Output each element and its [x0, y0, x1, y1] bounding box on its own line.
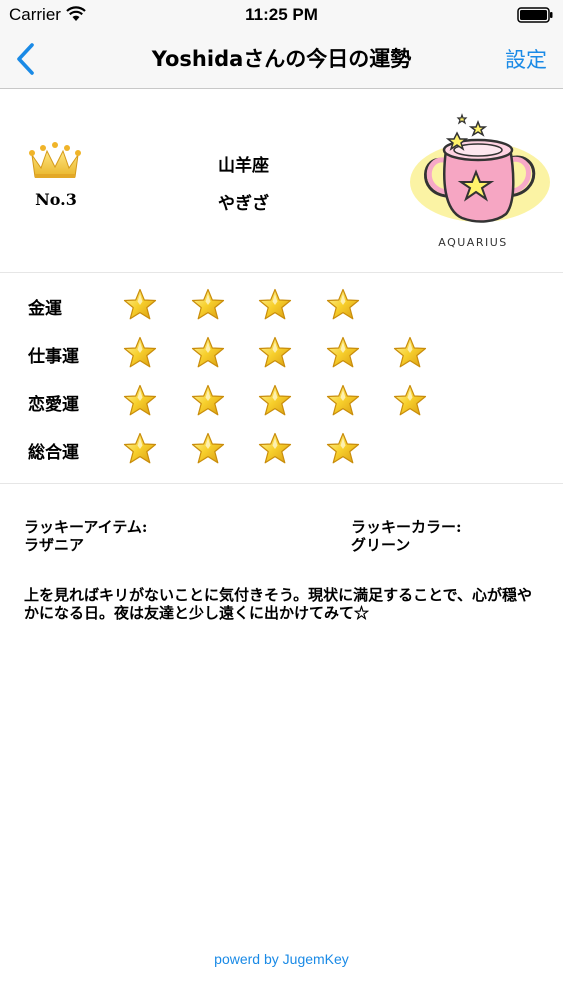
fortune-row-love: 恋愛運	[0, 382, 563, 422]
star-icon	[123, 432, 157, 464]
fortune-label: 金運	[28, 299, 62, 319]
crown-icon	[29, 142, 81, 178]
star-icon	[123, 288, 157, 320]
fortune-row-work: 仕事運	[0, 334, 563, 374]
star-icon	[258, 288, 292, 320]
lucky-color-value: グリーン	[351, 536, 411, 554]
star-icon	[258, 384, 292, 416]
settings-button[interactable]: 設定	[505, 44, 547, 74]
star-icon	[326, 288, 359, 320]
star-icon	[393, 336, 427, 368]
star-icon	[123, 384, 157, 416]
star-icon	[191, 384, 224, 416]
status-bar: Carrier 11:25 PM	[0, 0, 563, 30]
fortune-message: 上を見ればキリがないことに気付きそう。現状に満足することで、心が穏やかになる日。…	[24, 586, 533, 622]
star-icon	[191, 432, 224, 464]
fortune-label: 総合運	[28, 443, 79, 463]
clock-label: 11:25 PM	[245, 5, 318, 24]
illustration-caption: AQUARIUS	[438, 236, 508, 249]
navigation-bar: Yoshidaさんの今日の運勢 設定	[0, 30, 563, 89]
rank-label: No.3	[35, 190, 77, 209]
zodiac-sign-reading: やぎざ	[218, 194, 269, 214]
section-divider	[0, 483, 563, 484]
star-icon	[393, 384, 427, 416]
star-icon	[258, 336, 292, 368]
section-divider	[0, 272, 563, 273]
aquarius-jug-illustration	[410, 113, 550, 223]
fortune-row-overall: 総合運	[0, 430, 563, 470]
battery-icon	[517, 7, 553, 23]
lucky-item-value: ラザニア	[24, 536, 85, 554]
back-chevron-icon[interactable]	[14, 42, 38, 76]
star-icon	[326, 336, 359, 368]
star-icon	[191, 288, 224, 320]
fortune-label: 恋愛運	[28, 395, 79, 415]
star-icon	[326, 384, 359, 416]
star-icon	[326, 432, 359, 464]
star-icon	[191, 336, 224, 368]
star-icon	[123, 336, 157, 368]
fortune-label: 仕事運	[28, 347, 79, 367]
powered-by-link[interactable]: powerd by JugemKey	[0, 951, 563, 967]
fortune-row-money: 金運	[0, 286, 563, 326]
star-icon	[258, 432, 292, 464]
zodiac-sign-name: 山羊座	[218, 156, 269, 176]
page-title: Yoshidaさんの今日の運勢	[151, 47, 412, 71]
